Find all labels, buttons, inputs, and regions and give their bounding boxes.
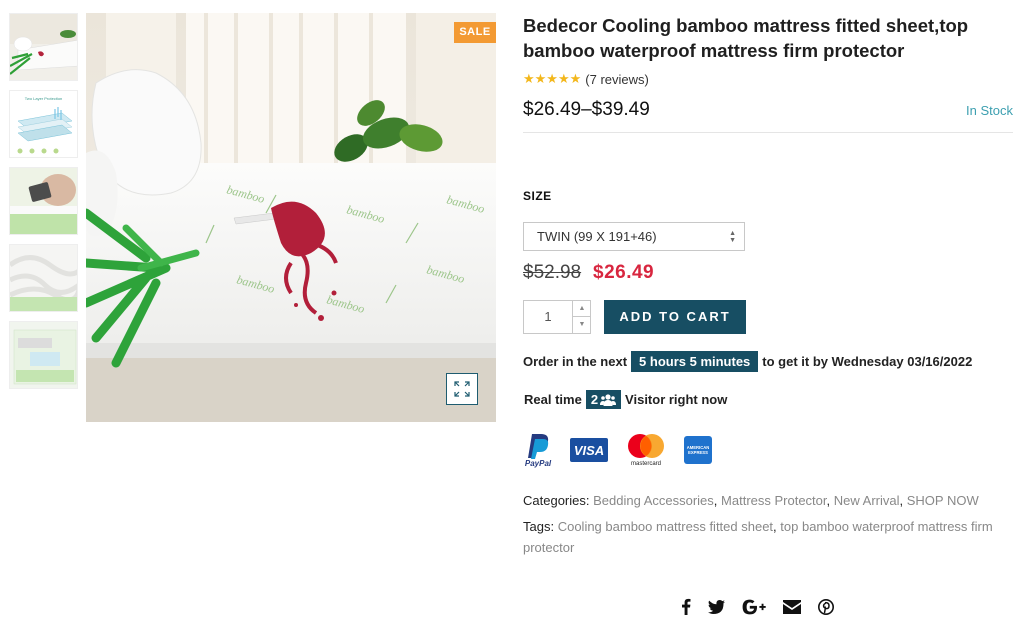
visitor-badge: 2 — [585, 390, 622, 409]
product-tags: Tags: Cooling bamboo mattress fitted she… — [523, 519, 993, 555]
reviews-link[interactable]: (7 reviews) — [585, 72, 649, 87]
thumbnail-4[interactable] — [9, 244, 78, 312]
thumbnail-caption: Two Layer Protection — [24, 96, 63, 101]
thumbnail-5[interactable] — [9, 321, 78, 389]
product-title: Bedecor Cooling bamboo mattress fitted s… — [523, 15, 969, 61]
select-arrows-icon: ▲ ▼ — [729, 230, 736, 244]
zoom-button[interactable] — [446, 373, 478, 405]
size-label: SIZE — [523, 189, 552, 203]
delivery-suffix: to get it by Wednesday 03/16/2022 — [762, 354, 973, 369]
size-select[interactable]: TWIN (99 X 191+46) ▲ ▼ — [523, 222, 745, 251]
users-icon — [600, 393, 617, 406]
category-link[interactable]: Mattress Protector — [721, 493, 826, 508]
add-to-cart-button[interactable]: ADD TO CART — [604, 300, 746, 334]
category-link[interactable]: New Arrival — [834, 493, 900, 508]
tags-label: Tags: — [523, 519, 555, 534]
facebook-icon[interactable] — [681, 598, 691, 615]
sale-price: $26.49 — [593, 262, 655, 283]
stock-status: In Stock — [966, 103, 1013, 118]
size-selected-value: TWIN (99 X 191+46) — [537, 229, 657, 244]
expand-icon — [454, 381, 470, 397]
star-rating: ★★★★★ — [523, 71, 582, 86]
visitor-suffix: Visitor right now — [625, 392, 728, 407]
pinterest-icon[interactable] — [818, 598, 834, 615]
category-link[interactable]: SHOP NOW — [907, 493, 979, 508]
product-rating: ★★★★★ (7 reviews) — [523, 71, 1013, 87]
twitter-icon[interactable] — [708, 599, 725, 614]
mastercard-text: mastercard — [631, 461, 661, 467]
sale-badge: SALE — [454, 22, 496, 43]
quantity-decrease-button[interactable]: ▼ — [572, 317, 591, 333]
mastercard-icon: mastercard — [625, 433, 667, 472]
paypal-icon: PayPal — [523, 432, 553, 473]
paypal-text: PayPal — [525, 459, 552, 468]
google-plus-icon[interactable] — [742, 599, 766, 615]
delivery-prefix: Order in the next — [523, 354, 628, 369]
email-icon[interactable] — [783, 599, 801, 614]
old-price: $52.98 — [523, 262, 582, 283]
visa-icon: VISA — [570, 438, 608, 467]
thumbnail-gallery: Two Layer Protection — [9, 13, 78, 398]
visa-text: VISA — [574, 443, 604, 458]
price-row: $26.49–$39.49 In Stock — [523, 99, 1013, 133]
quantity-stepper[interactable]: 1 ▲ ▼ — [523, 300, 591, 334]
product-summary: Bedecor Cooling bamboo mattress fitted s… — [523, 13, 1013, 133]
visitor-count: 2 — [590, 392, 599, 407]
countdown-timer: 5 hours 5 minutes — [631, 351, 759, 372]
payment-methods: PayPal VISA mastercard AMERICAN EXPRESS — [523, 432, 729, 473]
thumbnail-2[interactable]: Two Layer Protection — [9, 90, 78, 158]
categories-label: Categories: — [523, 493, 590, 508]
thumbnail-3[interactable] — [9, 167, 78, 235]
svg-text:EXPRESS: EXPRESS — [688, 450, 708, 455]
delivery-countdown: Order in the next 5 hours 5 minutes to g… — [523, 351, 972, 372]
product-categories: Categories: Bedding Accessories, Mattres… — [523, 493, 979, 508]
amex-icon: AMERICAN EXPRESS — [684, 436, 712, 469]
share-links — [681, 598, 851, 615]
category-link[interactable]: Bedding Accessories — [593, 493, 714, 508]
quantity-input[interactable]: 1 — [524, 301, 572, 333]
tag-link[interactable]: Cooling bamboo mattress fitted sheet — [558, 519, 773, 534]
price-range: $26.49–$39.49 — [523, 99, 650, 120]
main-product-image: bamboo bamboo bamboo bamboo bamboo bambo… — [86, 13, 496, 422]
visitor-counter: Real time 2 Visitor right now — [524, 390, 727, 409]
visitor-prefix: Real time — [524, 392, 582, 407]
thumbnail-1[interactable] — [9, 13, 78, 81]
quantity-increase-button[interactable]: ▲ — [572, 301, 591, 317]
